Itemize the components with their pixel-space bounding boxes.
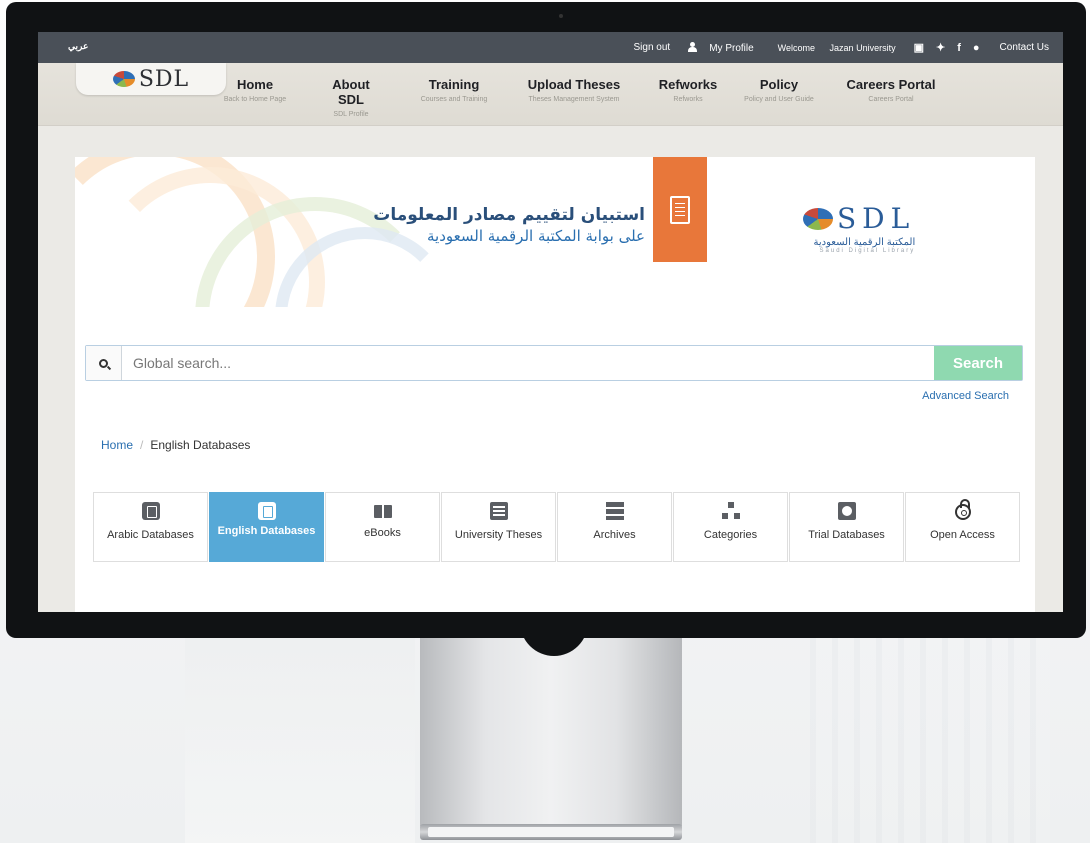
tile-archives[interactable]: Archives	[557, 492, 672, 562]
banner-logo-text: SDL	[837, 202, 916, 235]
trial-database-icon	[837, 502, 856, 520]
tile-label: English Databases	[217, 525, 316, 537]
sitemap-icon	[721, 502, 740, 520]
nav-subtitle: Careers Portal	[868, 96, 914, 103]
nav-about-sdl[interactable]: About SDL SDL Profile	[318, 77, 384, 118]
twitter-icon[interactable]: ✦	[936, 41, 945, 54]
sdl-globe-icon	[112, 71, 135, 87]
book-icon	[373, 505, 392, 518]
nav-subtitle: Back to Home Page	[223, 96, 287, 103]
camera-dot	[559, 14, 563, 18]
nav-title: Policy	[759, 77, 799, 92]
tile-ebooks[interactable]: eBooks	[325, 492, 440, 562]
welcome-text: Welcome Jazan University	[777, 42, 896, 53]
monitor-stand	[420, 636, 682, 826]
database-icon	[141, 502, 160, 520]
user-icon	[688, 41, 698, 52]
tile-university-theses[interactable]: University Theses	[441, 492, 556, 562]
sdl-logo-text: SDL	[138, 66, 190, 92]
theses-icon	[489, 502, 508, 520]
breadcrumb: Home / English Databases	[101, 438, 250, 452]
tile-english-databases[interactable]: English Databases	[209, 492, 324, 562]
monitor-bezel: عربي Sign out My Profile Welcome Jazan U…	[6, 2, 1086, 638]
survey-banner[interactable]: استبيان لتقييم مصادر المعلومات على بوابة…	[75, 157, 1035, 307]
facebook-icon[interactable]: f	[957, 42, 961, 54]
banner-logo-english: Saudi Digital Library	[819, 248, 916, 254]
nav-subtitle: Courses and Training	[420, 96, 488, 103]
nav-title: Upload Theses	[527, 77, 621, 92]
nav-training[interactable]: Training Courses and Training	[408, 77, 500, 103]
breadcrumb-home[interactable]: Home	[101, 438, 133, 452]
contact-us-link[interactable]: Contact Us	[1000, 42, 1049, 53]
sign-out-link[interactable]: Sign out	[634, 42, 671, 53]
breadcrumb-current: English Databases	[150, 438, 251, 452]
advanced-search-link[interactable]: Advanced Search	[922, 390, 1009, 402]
tile-categories[interactable]: Categories	[673, 492, 788, 562]
nav-home[interactable]: Home Back to Home Page	[221, 77, 289, 103]
tile-label: Categories	[703, 529, 758, 541]
my-profile-link[interactable]: My Profile	[682, 41, 759, 54]
tile-label: Trial Databases	[808, 529, 885, 541]
tile-trial-databases[interactable]: Trial Databases	[789, 492, 904, 562]
top-bar-right: Sign out My Profile Welcome Jazan Univer…	[628, 32, 1063, 63]
archive-icon	[605, 502, 624, 520]
nav-title: Refworks	[658, 77, 718, 92]
tile-label: Archives	[593, 529, 636, 541]
background-building	[185, 620, 415, 843]
nav-subtitle: Theses Management System	[528, 96, 620, 103]
tile-arabic-databases[interactable]: Arabic Databases	[93, 492, 208, 562]
search-icon	[86, 346, 122, 380]
document-icon	[670, 195, 690, 224]
content-card: استبيان لتقييم مصادر المعلومات على بوابة…	[75, 157, 1035, 612]
tile-open-access[interactable]: Open Access	[905, 492, 1020, 562]
nav-title: Home	[236, 77, 274, 92]
android-icon[interactable]: ●	[973, 42, 980, 54]
banner-sdl-logo: SDL المكتبة الرقمية السعودية Saudi Digit…	[803, 202, 915, 254]
nav-upload-theses[interactable]: Upload Theses Theses Management System	[508, 77, 640, 103]
tile-label: Arabic Databases	[107, 529, 194, 541]
search-input[interactable]	[122, 346, 934, 380]
nav-subtitle: Policy and User Guide	[744, 96, 814, 103]
banner-logo-arabic: المكتبة الرقمية السعودية	[813, 237, 916, 248]
nav-subtitle: SDL Profile	[333, 111, 369, 118]
banner-text: استبيان لتقييم مصادر المعلومات على بوابة…	[373, 205, 645, 245]
nav-title: About SDL	[332, 77, 370, 107]
banner-line-2: على بوابة المكتبة الرقمية السعودية	[426, 227, 645, 245]
nav-refworks[interactable]: Refworks Refworks	[653, 77, 723, 103]
screen: عربي Sign out My Profile Welcome Jazan U…	[38, 32, 1063, 612]
sdl-logo[interactable]: SDL	[76, 63, 226, 95]
database-icon	[257, 502, 276, 520]
search-button[interactable]: Search	[934, 346, 1022, 380]
breadcrumb-separator: /	[140, 438, 144, 452]
survey-doc-box	[653, 157, 707, 262]
tile-label: University Theses	[454, 529, 543, 541]
banner-line-1: استبيان لتقييم مصادر المعلومات	[373, 205, 645, 225]
sdl-globe-icon	[803, 207, 833, 230]
main-nav: SDL Home Back to Home Page About SDL SDL…	[38, 63, 1063, 126]
open-access-icon	[954, 499, 971, 520]
nav-policy[interactable]: Policy Policy and User Guide	[734, 77, 824, 103]
nav-careers-portal[interactable]: Careers Portal Careers Portal	[836, 77, 946, 103]
my-profile-label: My Profile	[709, 42, 754, 54]
nav-title: Careers Portal	[846, 77, 936, 92]
tile-label: Open Access	[930, 529, 995, 541]
top-bar: عربي Sign out My Profile Welcome Jazan U…	[38, 32, 1063, 63]
youtube-icon[interactable]: ▣	[914, 41, 924, 54]
language-switch-link[interactable]: عربي	[68, 41, 88, 52]
tile-label: eBooks	[364, 527, 401, 539]
monitor-stand-base-inner	[428, 827, 674, 837]
user-name: Jazan University	[829, 42, 896, 53]
nav-title: Training	[428, 77, 480, 92]
nav-subtitle: Refworks	[673, 96, 703, 103]
global-search: Search	[85, 345, 1023, 381]
category-tiles: Arabic Databases English Databases eBook…	[93, 492, 1021, 562]
